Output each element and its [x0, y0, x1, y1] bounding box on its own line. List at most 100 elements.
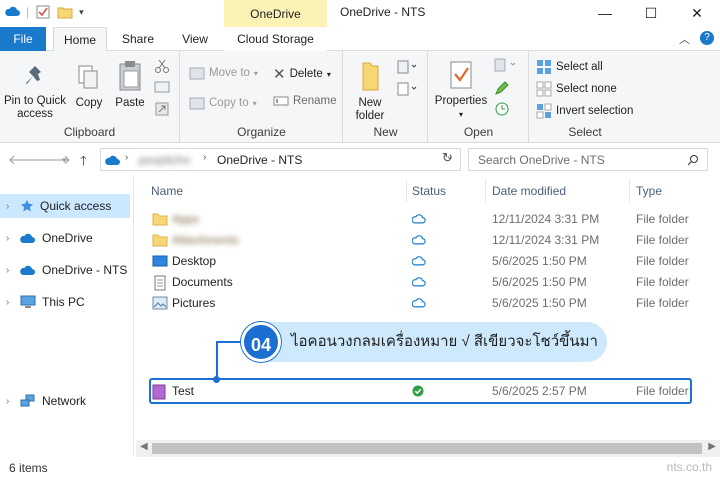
column-header-name[interactable]: Name: [151, 180, 183, 202]
file-name: Apps: [172, 212, 200, 226]
list-item-test[interactable]: Test 5/6/2025 2:57 PM File folder: [150, 381, 690, 402]
tab-cloud-storage[interactable]: Cloud Storage: [224, 27, 327, 51]
properties-dropdown-icon[interactable]: ▾: [433, 108, 489, 121]
paste-shortcut-icon[interactable]: [154, 101, 170, 117]
column-divider[interactable]: [406, 180, 407, 202]
sidebar-item-quick-access[interactable]: › Quick access: [0, 194, 130, 218]
file-name: Attachments: [172, 233, 239, 247]
sidebar-item-this-pc[interactable]: › This PC: [0, 290, 130, 314]
qat-customize-icon[interactable]: ▾: [79, 7, 84, 18]
breadcrumb-user[interactable]: pexpitcho: [139, 153, 190, 167]
scroll-right-icon[interactable]: ▶: [708, 441, 716, 452]
file-name: Documents: [172, 275, 233, 289]
rename-button[interactable]: Rename: [273, 95, 336, 107]
history-icon[interactable]: [493, 101, 511, 117]
scrollbar-thumb[interactable]: [152, 443, 702, 454]
list-item[interactable]: Apps 12/11/2024 3:31 PM File folder: [150, 209, 690, 230]
cut-icon[interactable]: [154, 58, 170, 74]
cloud-status-icon: [412, 256, 426, 266]
callout-annotation: 04 ไอคอนวงกลมเครื่องหมาย √ สีเขียวจะโชว์…: [241, 322, 607, 362]
pin-to-quick-access-button[interactable]: Pin to Quick access: [2, 63, 68, 121]
file-type: File folder: [636, 384, 689, 398]
collapse-ribbon-icon[interactable]: ︿: [679, 31, 690, 47]
sidebar-item-onedrive-nts[interactable]: › OneDrive - NTS: [0, 258, 130, 282]
column-divider[interactable]: [485, 180, 486, 202]
file-date: 5/6/2025 1:50 PM: [492, 254, 587, 268]
select-all-icon: [537, 60, 551, 74]
pictures-folder-icon: [152, 296, 168, 310]
copy-path-icon[interactable]: [154, 81, 170, 93]
new-folder-icon[interactable]: [57, 4, 73, 20]
list-item[interactable]: Attachments 12/11/2024 3:31 PM File fold…: [150, 230, 690, 251]
address-bar[interactable]: › pexpitcho › OneDrive - NTS ⌄: [100, 148, 461, 171]
copy-button[interactable]: Copy: [72, 63, 106, 110]
tab-file[interactable]: File: [0, 27, 46, 51]
list-item[interactable]: Documents 5/6/2025 1:50 PM File folder: [150, 272, 690, 293]
maximize-button[interactable]: ☐: [628, 0, 674, 26]
pane-divider[interactable]: [133, 176, 134, 456]
new-item-icon[interactable]: [396, 59, 418, 75]
edit-icon[interactable]: [493, 81, 511, 97]
expand-chevron-icon[interactable]: ›: [6, 265, 14, 276]
column-header-type[interactable]: Type: [636, 180, 662, 202]
sidebar-item-network[interactable]: › Network: [0, 389, 130, 413]
copy-to-button[interactable]: Copy to ▾: [189, 95, 257, 111]
expand-chevron-icon[interactable]: ›: [6, 297, 14, 308]
easy-access-icon[interactable]: [396, 81, 418, 97]
close-button[interactable]: ✕: [674, 0, 720, 26]
breadcrumb-chevron-icon-2: ›: [203, 152, 207, 163]
computer-icon: [20, 295, 36, 308]
select-none-button[interactable]: Select none: [536, 81, 617, 97]
up-arrow-icon[interactable]: 🡑: [80, 152, 87, 174]
recent-locations-icon[interactable]: ▾: [62, 155, 67, 166]
onedrive-cloud-icon: [20, 265, 35, 275]
open-group: Properties ▾ Open: [429, 51, 529, 143]
tab-share[interactable]: Share: [114, 27, 162, 51]
expand-chevron-icon[interactable]: ›: [6, 201, 14, 212]
delete-button[interactable]: ✕ Delete ▾: [273, 65, 331, 83]
horizontal-scrollbar[interactable]: ◀ ▶: [136, 440, 720, 457]
file-date: 5/6/2025 1:50 PM: [492, 296, 587, 310]
search-input[interactable]: Search OneDrive - NTS: [468, 148, 708, 171]
scroll-left-icon[interactable]: ◀: [140, 441, 148, 452]
sidebar-item-onedrive[interactable]: › OneDrive: [0, 226, 130, 250]
help-icon[interactable]: ?: [700, 31, 714, 45]
new-folder-button[interactable]: New folder: [350, 59, 390, 123]
properties-button[interactable]: Properties ▾: [433, 59, 489, 121]
select-all-button[interactable]: Select all: [536, 59, 603, 75]
clipboard-group: Pin to Quick access Copy Paste Clipboard: [0, 51, 180, 143]
toolbar-separator: |: [26, 5, 30, 19]
select-none-icon: [536, 81, 552, 97]
minimize-button[interactable]: —: [582, 0, 628, 26]
breadcrumb-current[interactable]: OneDrive - NTS: [217, 153, 302, 167]
tab-home[interactable]: Home: [53, 27, 107, 52]
expand-chevron-icon[interactable]: ›: [6, 396, 14, 407]
column-header-status[interactable]: Status: [412, 180, 446, 202]
list-item[interactable]: Pictures 5/6/2025 1:50 PM File folder: [150, 293, 690, 314]
new-group: New folder New: [344, 51, 428, 143]
file-date: 5/6/2025 2:57 PM: [492, 384, 587, 398]
callout-text: ไอคอนวงกลมเครื่องหมาย √ สีเขียวจะโชว์ขึ้…: [291, 333, 598, 350]
move-to-button[interactable]: Move to ▾: [189, 65, 258, 81]
list-item[interactable]: Desktop 5/6/2025 1:50 PM File folder: [150, 251, 690, 272]
invert-selection-button[interactable]: Invert selection: [536, 103, 633, 119]
file-name: Desktop: [172, 254, 217, 268]
pin-icon: [26, 66, 41, 84]
column-divider[interactable]: [629, 180, 630, 202]
copy-to-icon: [189, 97, 205, 110]
cloud-status-icon: [412, 214, 426, 224]
column-header-date-modified[interactable]: Date modified: [492, 180, 566, 202]
organize-group-label: Organize: [237, 125, 286, 139]
properties-icon[interactable]: [35, 4, 51, 20]
clipboard-group-label: Clipboard: [63, 125, 116, 139]
expand-chevron-icon[interactable]: ›: [6, 233, 14, 244]
folder-icon: [152, 234, 168, 247]
refresh-icon[interactable]: ↻: [442, 150, 453, 166]
file-name: Pictures: [172, 296, 216, 310]
window-title: OneDrive - NTS: [340, 5, 426, 19]
tab-view[interactable]: View: [172, 27, 218, 51]
step-number-badge: 04: [241, 322, 281, 362]
paste-button[interactable]: Paste: [112, 59, 148, 110]
organize-group: Move to ▾ ✕ Delete ▾ Copy to ▾ Rename Organ…: [181, 51, 343, 143]
open-icon[interactable]: [493, 57, 519, 73]
